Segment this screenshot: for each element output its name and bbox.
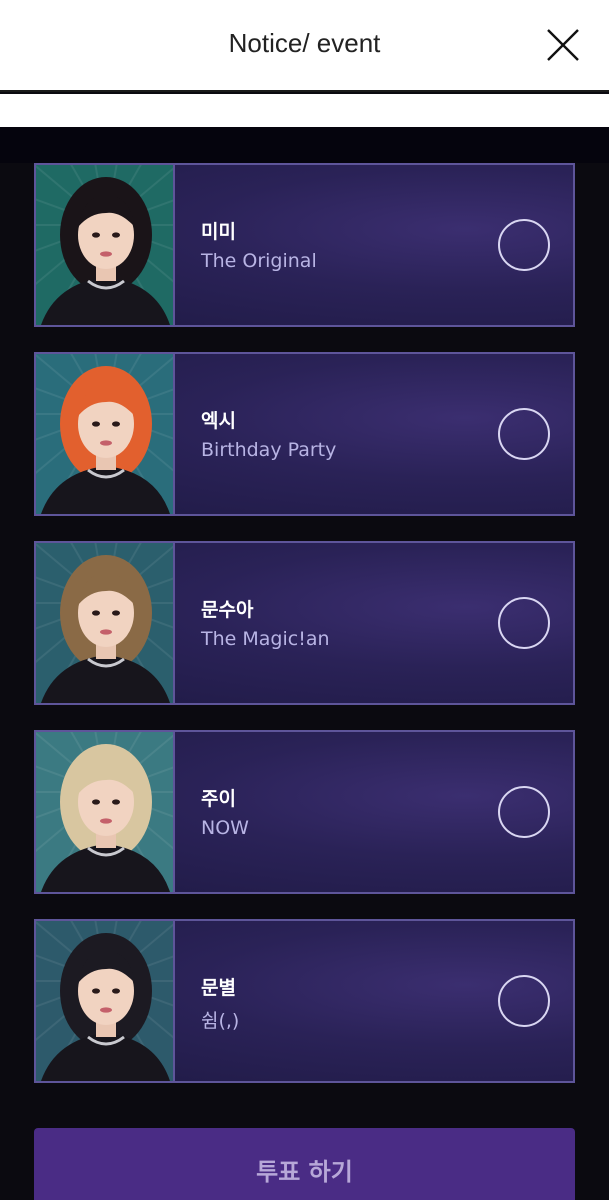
candidate-photo — [36, 165, 175, 325]
portrait-image — [36, 165, 173, 325]
vote-button[interactable]: 투표 하기 — [34, 1128, 575, 1200]
candidate-radio[interactable] — [498, 408, 550, 460]
candidate-name: 엑시 — [201, 410, 236, 432]
candidate-song: 쉼(,) — [201, 1010, 240, 1032]
candidate-song: Birthday Party — [201, 439, 337, 461]
portrait-image — [36, 354, 173, 514]
candidate-card[interactable]: 문별 쉼(,) — [34, 919, 575, 1083]
candidate-radio[interactable] — [498, 597, 550, 649]
candidate-photo — [36, 543, 175, 703]
vote-button-label: 투표 하기 — [256, 1158, 353, 1186]
candidate-song: NOW — [201, 817, 249, 839]
candidate-photo — [36, 732, 175, 892]
portrait-image — [36, 921, 173, 1081]
close-icon — [547, 29, 579, 61]
candidate-radio[interactable] — [498, 219, 550, 271]
candidate-name: 문수아 — [201, 599, 254, 621]
close-button[interactable] — [543, 25, 583, 65]
candidate-card[interactable]: 주이 NOW — [34, 730, 575, 894]
candidate-radio[interactable] — [498, 786, 550, 838]
candidate-card[interactable]: 엑시 Birthday Party — [34, 352, 575, 516]
candidate-song: The Original — [201, 250, 317, 272]
header-bar: Notice/ event — [0, 0, 609, 92]
candidate-name: 미미 — [201, 221, 236, 243]
candidate-name: 문별 — [201, 977, 236, 999]
candidate-photo — [36, 921, 175, 1081]
candidate-name: 주이 — [201, 788, 236, 810]
header-subbar — [0, 94, 609, 127]
portrait-image — [36, 732, 173, 892]
top-dark-band — [0, 127, 609, 163]
candidate-card[interactable]: 미미 The Original — [34, 163, 575, 327]
portrait-image — [36, 543, 173, 703]
candidate-photo — [36, 354, 175, 514]
page-title: Notice/ event — [228, 28, 381, 58]
candidate-song: The Magic!an — [201, 628, 330, 650]
candidate-card[interactable]: 문수아 The Magic!an — [34, 541, 575, 705]
candidate-radio[interactable] — [498, 975, 550, 1027]
